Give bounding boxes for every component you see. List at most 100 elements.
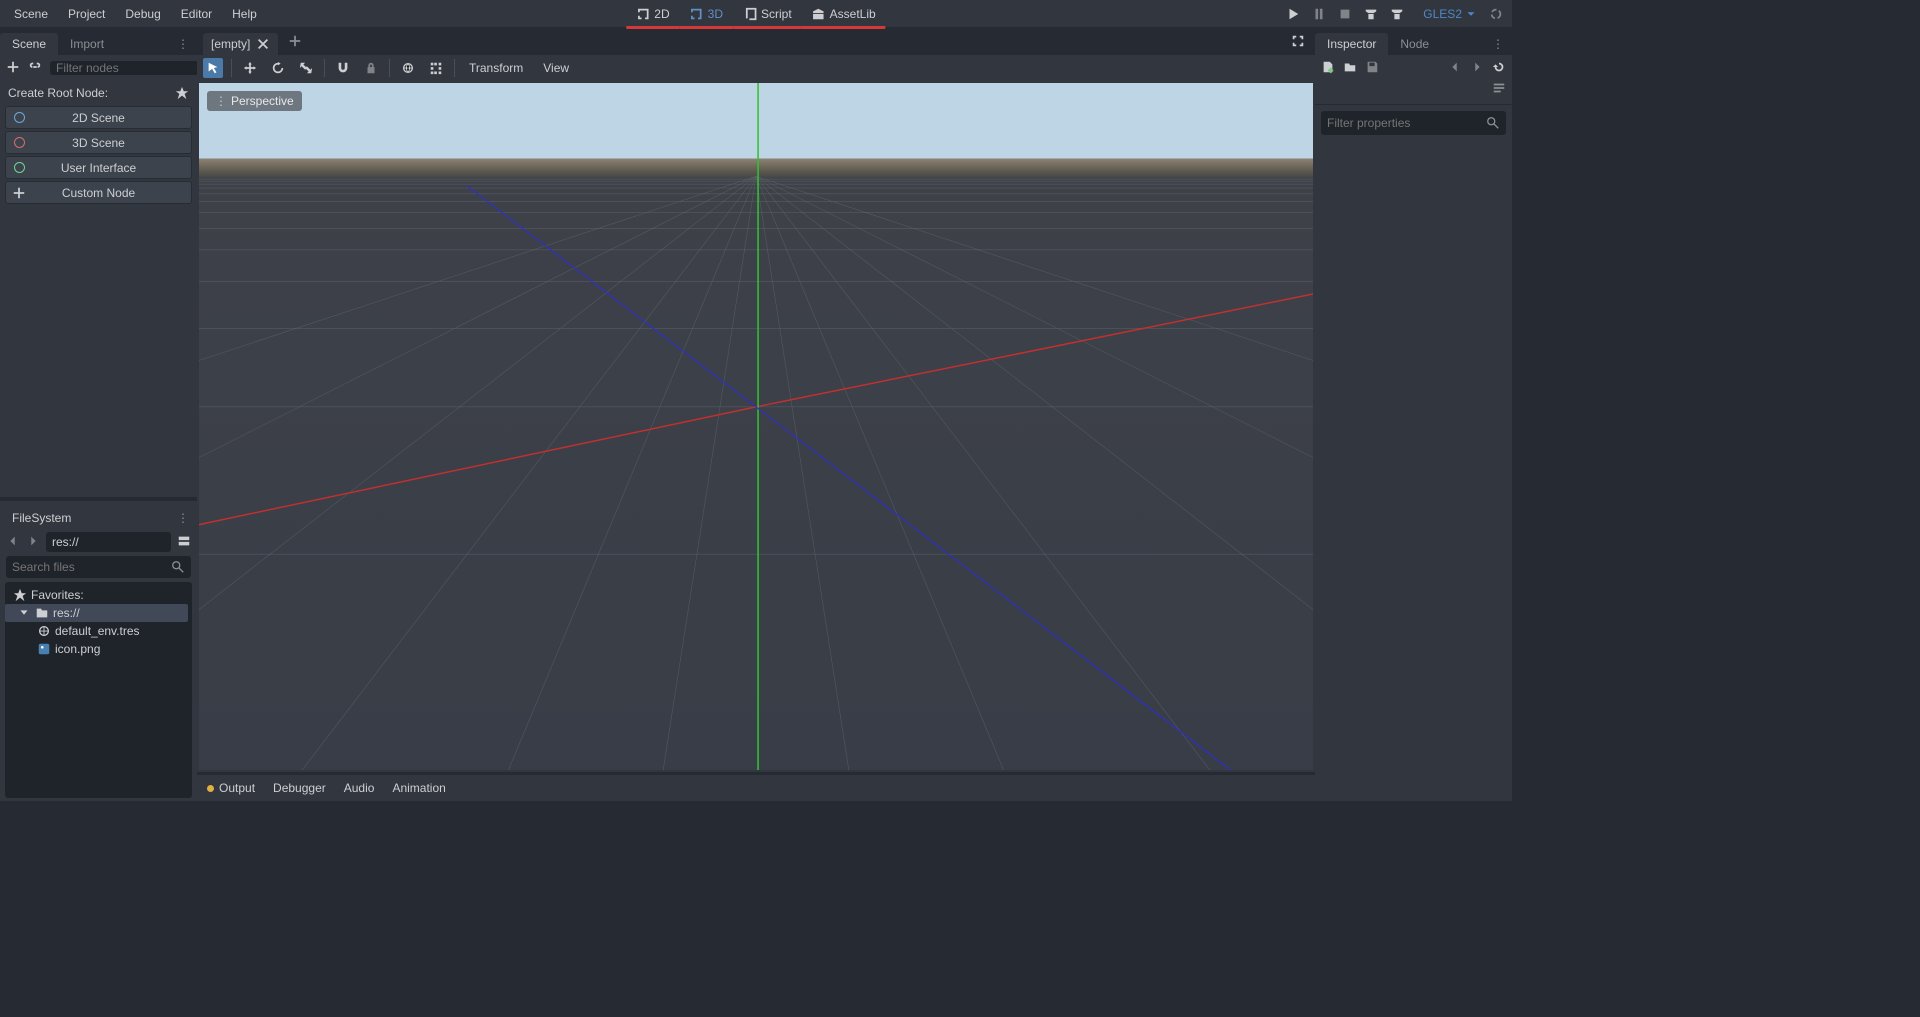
viewport-toolbar: Transform View [197, 55, 1315, 81]
history-forward-icon[interactable] [1470, 60, 1484, 77]
favorites-row[interactable]: Favorites: [9, 586, 188, 604]
script-icon [743, 7, 757, 21]
stop-button[interactable] [1337, 6, 1353, 22]
workspace-underline [680, 26, 733, 29]
root-3d-scene-button[interactable]: 3D Scene [5, 131, 192, 154]
play-custom-scene-button[interactable] [1389, 6, 1405, 22]
filesystem-search-field[interactable] [12, 560, 171, 574]
snap-grid-button[interactable] [426, 58, 446, 78]
add-scene-tab-button[interactable] [278, 30, 312, 55]
renderer-dropdown[interactable]: GLES2 [1423, 7, 1478, 21]
move-mode-button[interactable] [240, 58, 260, 78]
scale-mode-button[interactable] [296, 58, 316, 78]
node-tab[interactable]: Node [1388, 33, 1441, 55]
debugger-tab[interactable]: Debugger [273, 781, 326, 795]
filter-properties-field[interactable] [1327, 116, 1486, 130]
filesystem-options-icon[interactable]: ⋮ [169, 507, 197, 529]
scene-panel: Create Root Node: 2D Scene 3D Scene User… [0, 55, 197, 497]
menu-scene[interactable]: Scene [4, 3, 58, 25]
dock-options-icon[interactable]: ⋮ [169, 33, 197, 55]
spatial-circle-icon [14, 137, 25, 148]
workspace-underline [733, 26, 802, 29]
fs-back-icon[interactable] [6, 534, 20, 551]
image-icon [37, 642, 51, 656]
filesystem-path[interactable]: res:// [46, 532, 171, 552]
favorite-icon[interactable] [175, 86, 189, 100]
res-root-row[interactable]: res:// [5, 604, 188, 622]
transform-menu[interactable]: Transform [463, 61, 529, 75]
viewport-container: ⋮ Perspective [197, 81, 1315, 772]
filter-nodes-field[interactable] [56, 61, 211, 75]
perspective-label: Perspective [231, 94, 294, 108]
debugger-label: Debugger [273, 781, 326, 795]
scene-tab[interactable]: Scene [0, 33, 58, 55]
workspace-2d[interactable]: 2D [626, 3, 679, 25]
history-back-icon[interactable] [1448, 60, 1462, 77]
filter-properties-input[interactable] [1321, 111, 1506, 135]
root-ui-button[interactable]: User Interface [5, 156, 192, 179]
file-default-env-label: default_env.tres [55, 624, 140, 638]
file-default-env[interactable]: default_env.tres [9, 622, 188, 640]
workspace-script[interactable]: Script [733, 3, 802, 25]
audio-tab[interactable]: Audio [344, 781, 375, 795]
menubar-left: Scene Project Debug Editor Help [4, 3, 267, 25]
star-icon [13, 588, 27, 602]
separator [454, 59, 455, 77]
inspector-options-icon[interactable]: ⋮ [1484, 33, 1512, 55]
scene-dock-tabs: Scene Import ⋮ [0, 31, 197, 55]
workspace-2d-label: 2D [654, 7, 669, 21]
lock-button[interactable] [361, 58, 381, 78]
node2d-icon [636, 7, 650, 21]
filesystem-tab[interactable]: FileSystem [0, 507, 83, 529]
save-resource-icon[interactable] [1365, 60, 1379, 77]
viewport-grid [199, 83, 1313, 770]
filesystem-panel: FileSystem ⋮ res:// Favorites: [0, 501, 197, 801]
filesystem-nav: res:// [0, 529, 197, 555]
fullscreen-icon[interactable] [1287, 30, 1309, 55]
filesystem-search-input[interactable] [6, 556, 191, 578]
import-tab[interactable]: Import [58, 33, 116, 55]
snap-button[interactable] [333, 58, 353, 78]
rotate-mode-button[interactable] [268, 58, 288, 78]
root-2d-scene-button[interactable]: 2D Scene [5, 106, 192, 129]
menu-debug[interactable]: Debug [115, 3, 170, 25]
workspace-assetlib[interactable]: AssetLib [802, 3, 886, 25]
inspector-tab[interactable]: Inspector [1315, 33, 1388, 55]
link-scene-icon[interactable] [28, 60, 42, 77]
workspace-script-label: Script [761, 7, 792, 21]
grip-icon: ⋮ [215, 94, 227, 108]
view-menu[interactable]: View [537, 61, 575, 75]
menu-editor[interactable]: Editor [171, 3, 222, 25]
fs-forward-icon[interactable] [26, 534, 40, 551]
plus-icon [12, 186, 26, 200]
local-space-button[interactable] [398, 58, 418, 78]
menu-help[interactable]: Help [222, 3, 267, 25]
load-resource-icon[interactable] [1343, 60, 1357, 77]
perspective-button[interactable]: ⋮ Perspective [207, 91, 302, 111]
root-custom-button[interactable]: Custom Node [5, 181, 192, 204]
scene-tab-empty[interactable]: [empty] [203, 33, 278, 55]
3d-viewport[interactable]: ⋮ Perspective [199, 83, 1313, 770]
file-icon-png[interactable]: icon.png [9, 640, 188, 658]
res-root-label: res:// [53, 606, 80, 620]
fs-split-view-icon[interactable] [177, 534, 191, 551]
object-properties-icon[interactable] [1492, 81, 1506, 98]
new-resource-icon[interactable] [1321, 60, 1335, 77]
menu-project[interactable]: Project [58, 3, 115, 25]
workspace-3d-label: 3D [708, 7, 723, 21]
workspace-3d[interactable]: 3D [680, 3, 733, 25]
select-mode-button[interactable] [203, 58, 223, 78]
inspector-history-icon[interactable] [1492, 60, 1506, 77]
play-scene-button[interactable] [1363, 6, 1379, 22]
play-button[interactable] [1285, 6, 1301, 22]
chevron-down-icon [1464, 7, 1478, 21]
animation-tab[interactable]: Animation [392, 781, 445, 795]
add-node-icon[interactable] [6, 60, 20, 77]
pause-button[interactable] [1311, 6, 1327, 22]
workspace-tabs: 2D 3D Script AssetLib [626, 3, 885, 25]
create-root-label-row: Create Root Node: [0, 81, 197, 105]
output-status-icon [207, 785, 214, 792]
inspector-panel [1315, 55, 1512, 801]
output-tab[interactable]: Output [207, 781, 255, 795]
close-icon[interactable] [256, 37, 270, 51]
